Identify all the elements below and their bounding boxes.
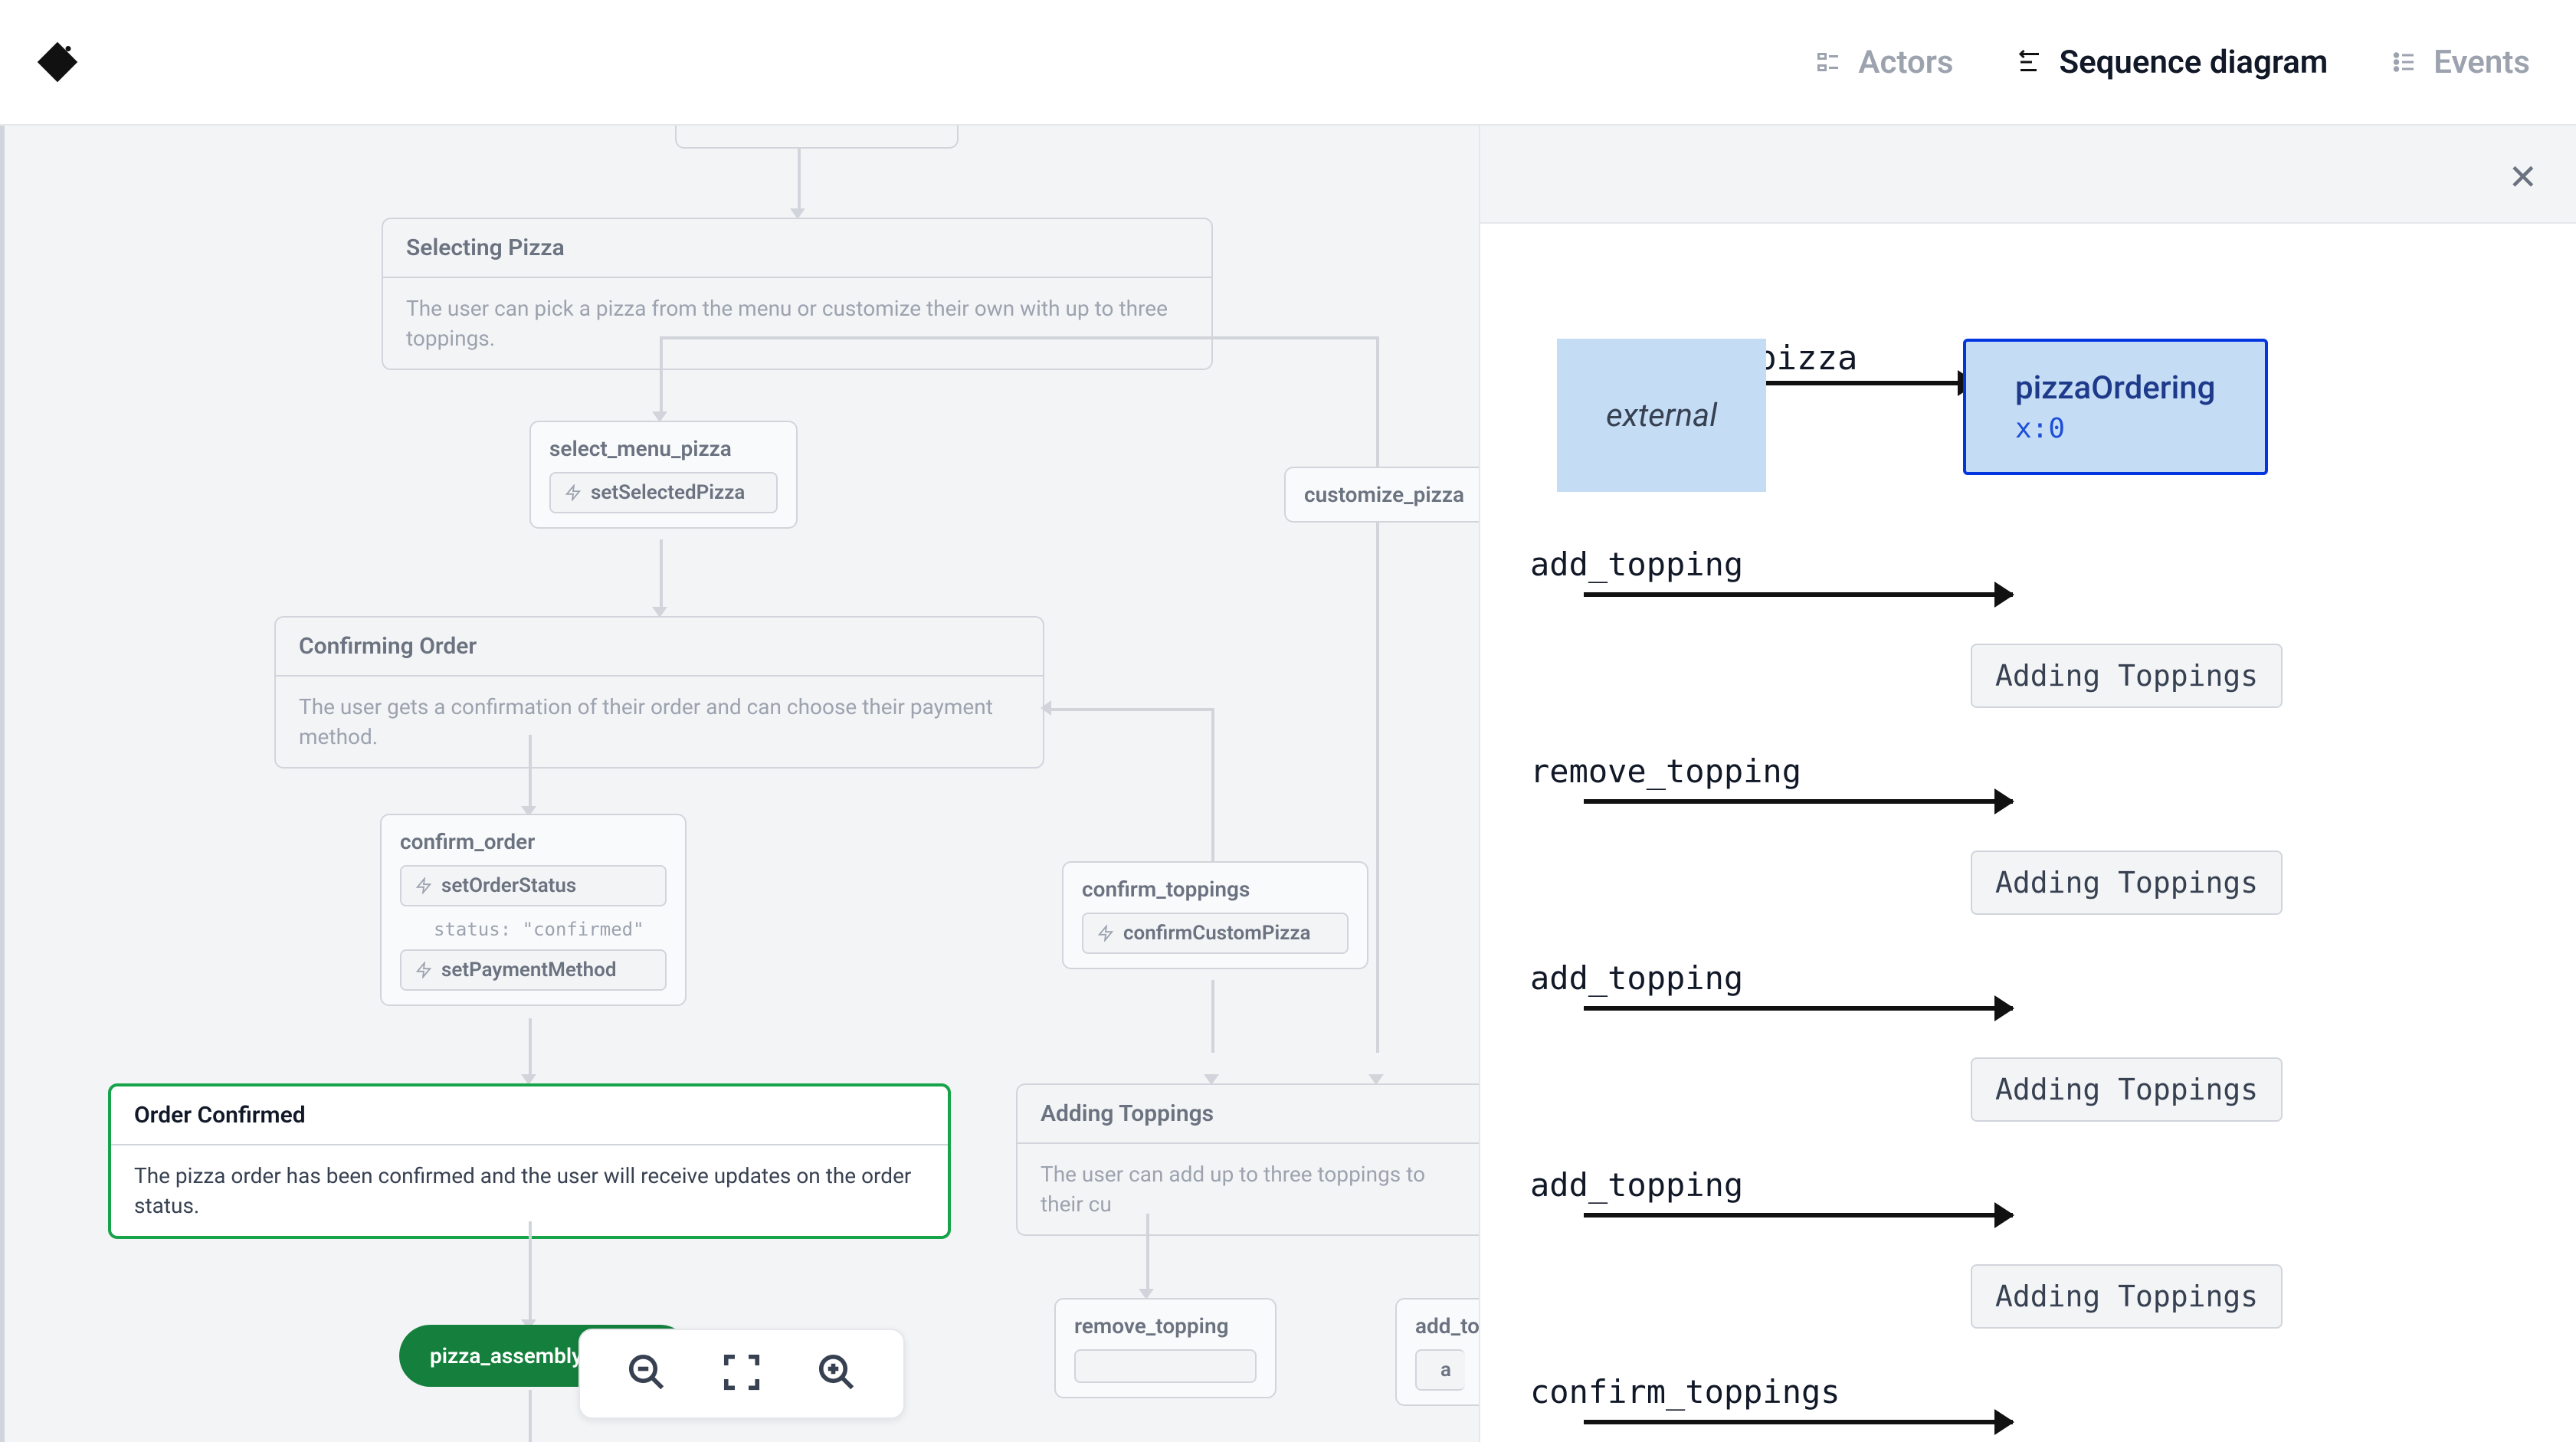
action-set-payment-method: setPaymentMethod: [400, 949, 667, 991]
state-diagram-canvas[interactable]: Selecting Pizza The user can pick a pizz…: [0, 126, 1479, 1442]
transition-confirm-order[interactable]: confirm_order setOrderStatus status: "co…: [380, 814, 687, 1006]
state-desc: The user can add up to three toppings to…: [1018, 1144, 1479, 1234]
action-set-order-status: setOrderStatus: [400, 865, 667, 906]
bolt-icon: [565, 484, 582, 501]
seq-event[interactable]: confirm_toppings: [1584, 1373, 2013, 1424]
action-set-selected-pizza: setSelectedPizza: [549, 472, 778, 513]
state-node-top-partial[interactable]: [675, 126, 959, 149]
state-title: Selecting Pizza: [383, 219, 1211, 278]
events-icon: [2389, 47, 2420, 77]
nav-actors[interactable]: Actors: [1814, 44, 1953, 81]
action-confirm-custom-pizza: confirmCustomPizza: [1082, 913, 1349, 954]
bolt-icon: [415, 962, 432, 978]
logo[interactable]: [31, 35, 84, 89]
state-confirming-order[interactable]: Confirming Order The user gets a confirm…: [274, 616, 1044, 769]
transition-label: confirm_toppings: [1082, 877, 1349, 902]
seq-event[interactable]: remove_topping: [1584, 752, 2013, 804]
zoom-out-button[interactable]: [626, 1352, 667, 1396]
seq-event[interactable]: add_topping: [1584, 546, 2013, 597]
action-param: status: "confirmed": [400, 914, 667, 942]
bolt-icon: [415, 877, 432, 894]
state-title: Confirming Order: [276, 618, 1043, 677]
transition-label: select_menu_pizza: [549, 436, 778, 461]
nav-sequence-label: Sequence diagram: [2059, 44, 2328, 81]
action-partial: a: [1415, 1349, 1465, 1391]
transition-label: add_to: [1415, 1313, 1465, 1339]
transition-remove-topping[interactable]: remove_topping: [1054, 1298, 1277, 1398]
transition-add-to-partial[interactable]: add_to a: [1395, 1298, 1479, 1406]
seq-state[interactable]: Adding Toppings: [1971, 1264, 2283, 1329]
transition-customize-pizza[interactable]: customize_pizza: [1284, 467, 1479, 523]
transition-select-menu-pizza[interactable]: select_menu_pizza setSelectedPizza: [529, 421, 798, 529]
seq-state[interactable]: Adding Toppings: [1971, 1057, 2283, 1122]
state-title: Adding Toppings: [1018, 1085, 1479, 1144]
transition-label: confirm_order: [400, 829, 667, 854]
state-desc: The user can pick a pizza from the menu …: [383, 278, 1211, 369]
action-partial: [1074, 1349, 1257, 1383]
state-order-confirmed-active[interactable]: Order Confirmed The pizza order has been…: [108, 1083, 951, 1239]
state-selecting-pizza[interactable]: Selecting Pizza The user can pick a pizz…: [382, 218, 1213, 370]
sequence-icon: [2014, 47, 2045, 77]
close-button[interactable]: ✕: [2508, 156, 2538, 198]
zoom-controls: [578, 1329, 905, 1419]
seq-state[interactable]: Adding Toppings: [1971, 644, 2283, 708]
seq-state[interactable]: Adding Toppings: [1971, 850, 2283, 915]
transition-confirm-toppings[interactable]: confirm_toppings confirmCustomPizza: [1062, 861, 1368, 969]
nav-actors-label: Actors: [1858, 44, 1953, 81]
nav-events[interactable]: Events: [2389, 44, 2530, 81]
state-title: Order Confirmed: [111, 1086, 948, 1145]
fit-screen-button[interactable]: [721, 1352, 762, 1396]
seq-actor-external[interactable]: external: [1557, 339, 1766, 492]
sequence-diagram-pane: ✕ pizza external pizzaOrdering x:0 add_t…: [1479, 126, 2576, 1442]
nav-events-label: Events: [2433, 44, 2530, 81]
zoom-in-button[interactable]: [816, 1352, 857, 1396]
seq-event[interactable]: add_topping: [1584, 959, 2013, 1011]
nav-sequence[interactable]: Sequence diagram: [2014, 44, 2328, 81]
seq-actor-pizza-ordering[interactable]: pizzaOrdering x:0: [1963, 339, 2268, 475]
state-adding-toppings[interactable]: Adding Toppings The user can add up to t…: [1016, 1083, 1479, 1236]
seq-message-pizza: pizza: [1756, 339, 1857, 378]
bolt-icon: [1097, 925, 1114, 942]
state-desc: The user gets a confirmation of their or…: [276, 677, 1043, 767]
transition-label: customize_pizza: [1304, 482, 1465, 507]
seq-event[interactable]: add_topping: [1584, 1166, 2013, 1218]
transition-label: remove_topping: [1074, 1313, 1257, 1339]
actors-icon: [1814, 47, 1844, 77]
